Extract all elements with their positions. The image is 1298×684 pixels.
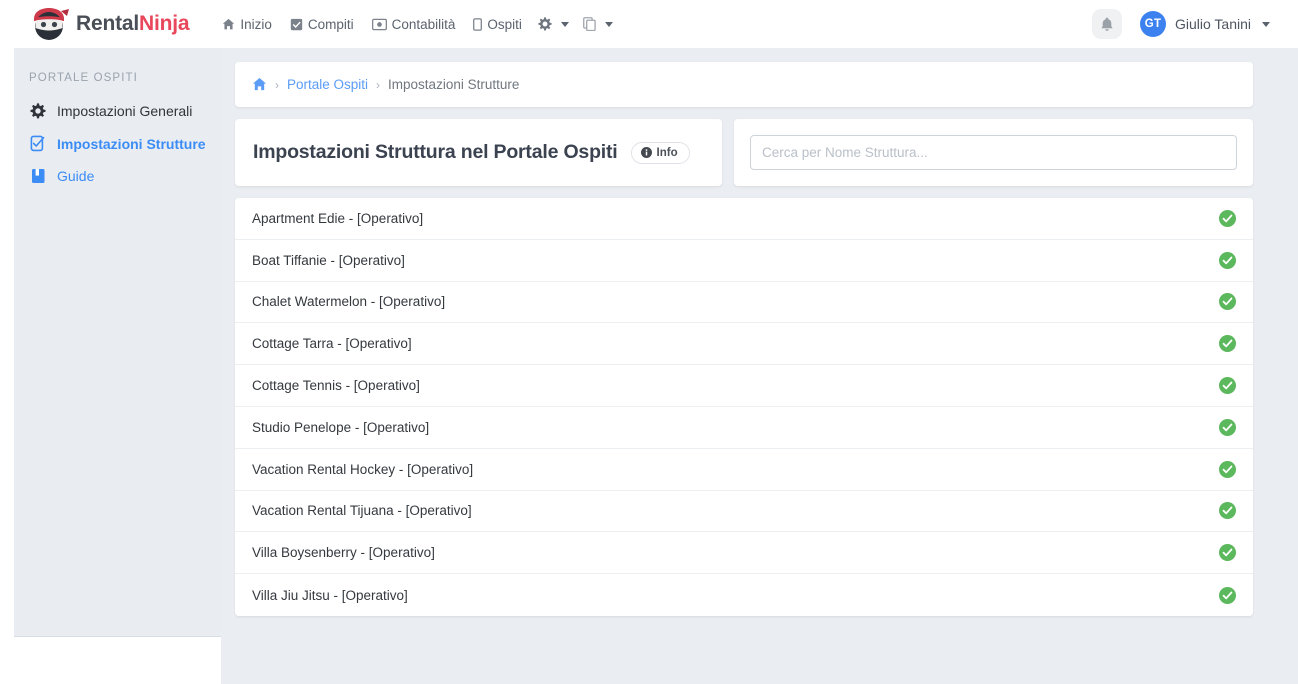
structure-name-label: Cottage Tennis - [Operativo] xyxy=(252,378,420,393)
table-row[interactable]: Chalet Watermelon - [Operativo] xyxy=(235,282,1253,324)
home-icon xyxy=(222,18,235,31)
top-navbar: RentalNinja Inizio Compiti Contabilità xyxy=(0,0,1298,48)
gear-icon xyxy=(538,17,552,31)
bell-icon xyxy=(1100,17,1114,32)
table-row[interactable]: Cottage Tennis - [Operativo] xyxy=(235,365,1253,407)
search-card xyxy=(734,119,1253,186)
info-button-label: Info xyxy=(657,147,678,159)
chevron-down-icon xyxy=(561,22,569,27)
check-circle-icon[interactable] xyxy=(1219,335,1236,352)
table-row[interactable]: Vacation Rental Hockey - [Operativo] xyxy=(235,449,1253,491)
sidebar-divider xyxy=(14,636,221,637)
chevron-down-icon xyxy=(605,22,613,27)
book-icon xyxy=(29,168,47,184)
table-row[interactable]: Apartment Edie - [Operativo] xyxy=(235,198,1253,240)
ninja-logo-icon xyxy=(28,7,70,41)
check-circle-icon[interactable] xyxy=(1219,252,1236,269)
sidebar-item-label: Guide xyxy=(57,168,94,184)
sidebar-item-label: Impostazioni Strutture xyxy=(57,136,206,152)
brand-logo[interactable]: RentalNinja xyxy=(28,7,189,41)
nav-item-label: Contabilità xyxy=(392,17,456,32)
sidebar-item-label: Impostazioni Generali xyxy=(57,103,192,119)
structure-name-label: Villa Boysenberry - [Operativo] xyxy=(252,545,435,560)
breadcrumb-separator: › xyxy=(376,78,380,92)
check-circle-icon[interactable] xyxy=(1219,544,1236,561)
nav-item-contabilita[interactable]: Contabilità xyxy=(363,13,465,36)
brand-text: RentalNinja xyxy=(76,12,189,36)
check-circle-icon[interactable] xyxy=(1219,293,1236,310)
nav-item-ospiti[interactable]: Ospiti xyxy=(464,13,531,36)
brand-text-first: Rental xyxy=(76,12,139,35)
nav-dropdown-documents[interactable] xyxy=(576,13,620,35)
page-title: Impostazioni Struttura nel Portale Ospit… xyxy=(253,141,618,164)
table-row[interactable]: Villa Jiu Jitsu - [Operativo] xyxy=(235,574,1253,616)
sidebar: PORTALE OSPITI Impostazioni Generali Imp… xyxy=(14,48,221,636)
check-circle-icon[interactable] xyxy=(1219,587,1236,604)
door-icon xyxy=(473,18,482,31)
breadcrumb-home-icon[interactable] xyxy=(252,77,267,92)
check-circle-icon[interactable] xyxy=(1219,419,1236,436)
check-circle-icon[interactable] xyxy=(1219,210,1236,227)
check-circle-icon[interactable] xyxy=(1219,502,1236,519)
user-name: Giulio Tanini xyxy=(1175,16,1251,32)
table-row[interactable]: Studio Penelope - [Operativo] xyxy=(235,407,1253,449)
sidebar-item-impostazioni-generali[interactable]: Impostazioni Generali xyxy=(14,95,221,127)
structure-name-label: Vacation Rental Hockey - [Operativo] xyxy=(252,462,473,477)
structure-name-label: Studio Penelope - [Operativo] xyxy=(252,420,429,435)
toolbar-row: Impostazioni Struttura nel Portale Ospit… xyxy=(235,119,1253,186)
gear-icon xyxy=(29,103,47,119)
sidebar-item-guide[interactable]: Guide xyxy=(14,160,221,192)
search-input[interactable] xyxy=(750,135,1237,170)
breadcrumb-separator: › xyxy=(275,78,279,92)
user-menu[interactable]: GT Giulio Tanini xyxy=(1140,11,1270,37)
avatar: GT xyxy=(1140,11,1166,37)
info-circle-icon xyxy=(641,147,652,158)
check-circle-icon[interactable] xyxy=(1219,461,1236,478)
nav-item-label: Compiti xyxy=(308,17,354,32)
structure-name-label: Cottage Tarra - [Operativo] xyxy=(252,336,412,351)
structure-name-label: Chalet Watermelon - [Operativo] xyxy=(252,294,445,309)
nav-item-label: Inizio xyxy=(240,17,272,32)
structure-name-label: Apartment Edie - [Operativo] xyxy=(252,211,423,226)
brand-text-second: Ninja xyxy=(139,12,189,35)
navbar-right: GT Giulio Tanini xyxy=(1092,9,1270,39)
breadcrumb-link-portale-ospiti[interactable]: Portale Ospiti xyxy=(287,77,368,92)
tablet-check-icon xyxy=(29,135,47,152)
table-row[interactable]: Cottage Tarra - [Operativo] xyxy=(235,323,1253,365)
breadcrumb-current: Impostazioni Strutture xyxy=(388,77,519,92)
nav-item-inizio[interactable]: Inizio xyxy=(213,13,281,36)
table-row[interactable]: Boat Tiffanie - [Operativo] xyxy=(235,240,1253,282)
sidebar-section-title: PORTALE OSPITI xyxy=(14,72,221,84)
page-body: PORTALE OSPITI Impostazioni Generali Imp… xyxy=(0,48,1298,684)
chevron-down-icon xyxy=(1262,22,1270,27)
structure-name-label: Boat Tiffanie - [Operativo] xyxy=(252,253,405,268)
nav-dropdown-settings[interactable] xyxy=(531,13,576,35)
info-button[interactable]: Info xyxy=(631,142,690,164)
breadcrumb: › Portale Ospiti › Impostazioni Struttur… xyxy=(235,62,1253,107)
table-row[interactable]: Vacation Rental Tijuana - [Operativo] xyxy=(235,491,1253,533)
document-icon xyxy=(583,17,596,31)
navbar-items: Inizio Compiti Contabilità Ospiti xyxy=(213,13,620,36)
title-card: Impostazioni Struttura nel Portale Ospit… xyxy=(235,119,722,186)
structure-name-label: Vacation Rental Tijuana - [Operativo] xyxy=(252,503,472,518)
checkbox-icon xyxy=(290,18,303,31)
table-row[interactable]: Villa Boysenberry - [Operativo] xyxy=(235,532,1253,574)
money-icon xyxy=(372,18,387,31)
nav-item-label: Ospiti xyxy=(487,17,522,32)
sidebar-item-impostazioni-strutture[interactable]: Impostazioni Strutture xyxy=(14,127,221,160)
notifications-button[interactable] xyxy=(1092,9,1122,39)
structures-list: Apartment Edie - [Operativo] Boat Tiffani… xyxy=(235,198,1253,616)
nav-item-compiti[interactable]: Compiti xyxy=(281,13,363,36)
main-content: › Portale Ospiti › Impostazioni Struttur… xyxy=(221,48,1298,684)
structure-name-label: Villa Jiu Jitsu - [Operativo] xyxy=(252,588,408,603)
check-circle-icon[interactable] xyxy=(1219,377,1236,394)
